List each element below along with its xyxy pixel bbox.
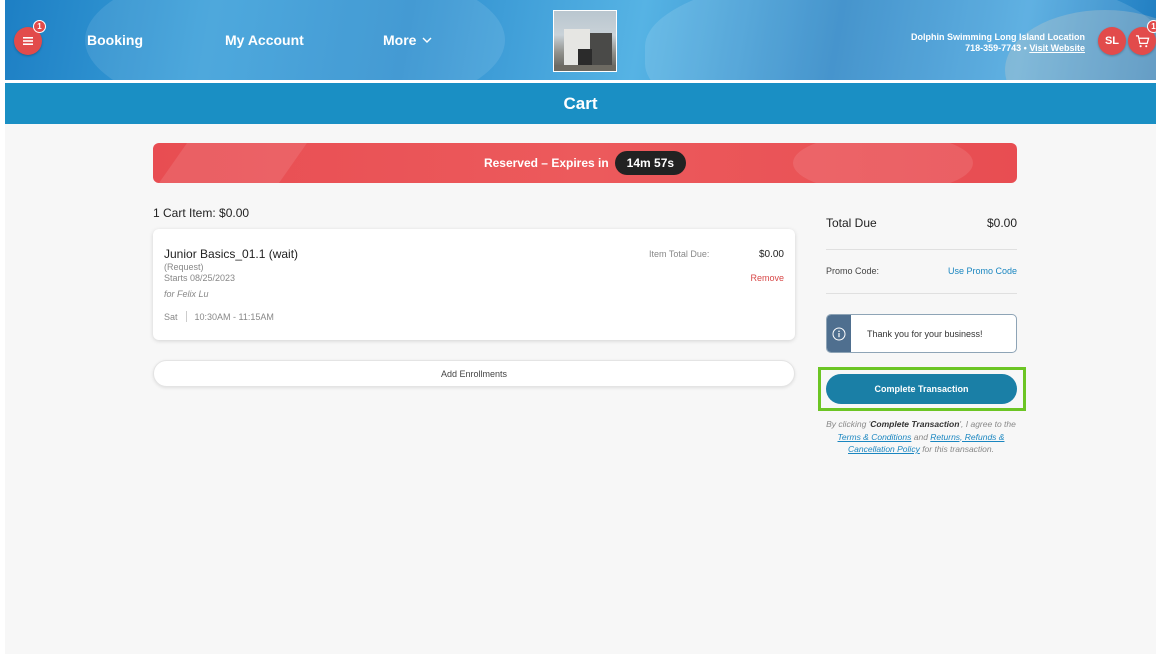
building-door-shape	[578, 49, 592, 65]
location-info: Dolphin Swimming Long Island Location 71…	[911, 32, 1085, 54]
location-separator: •	[1023, 43, 1027, 53]
complete-transaction-button[interactable]: Complete Transaction	[826, 374, 1017, 404]
cart-item-card: Junior Basics_01.1 (wait) (Request) Star…	[153, 229, 795, 340]
location-logo-photo[interactable]	[553, 10, 617, 72]
agree-prefix: By clicking '	[826, 419, 871, 429]
building-shape	[590, 33, 612, 65]
agree-mid: ', I agree to the	[959, 419, 1016, 429]
total-due-value: $0.00	[986, 216, 1017, 230]
agree-and: and	[911, 431, 931, 442]
chevron-down-icon	[422, 37, 432, 43]
complete-transaction-highlight: Complete Transaction	[818, 367, 1026, 411]
cart-icon	[1135, 34, 1149, 47]
divider	[826, 249, 1017, 250]
info-message-box: Thank you for your business!	[826, 314, 1017, 353]
nav-more-dropdown[interactable]: More	[383, 32, 432, 48]
item-time: 10:30AM - 11:15AM	[194, 311, 274, 322]
cart-summary-heading: 1 Cart Item: $0.00	[153, 206, 250, 220]
item-type: (Request)	[164, 262, 204, 272]
user-avatar-button[interactable]: SL	[1098, 27, 1126, 55]
menu-button[interactable]: 1	[14, 20, 46, 55]
item-total-label: Item Total Due:	[649, 249, 710, 259]
total-due-label: Total Due	[826, 216, 877, 230]
item-total-value: $0.00	[758, 249, 784, 260]
add-enrollments-button[interactable]: Add Enrollments	[153, 360, 795, 387]
road-shape	[554, 65, 616, 71]
nav-booking[interactable]: Booking	[87, 32, 143, 48]
reservation-banner: Reserved – Expires in 14m 57s	[153, 143, 1017, 183]
cart-count-badge: 1	[1147, 20, 1156, 33]
schedule-separator	[185, 311, 187, 322]
complete-transaction-label: Complete Transaction	[874, 384, 969, 394]
cart-button[interactable]: 1	[1128, 20, 1156, 55]
menu-notification-badge: 1	[33, 20, 46, 33]
promo-code-label: Promo Code:	[826, 266, 880, 276]
add-enrollments-label: Add Enrollments	[440, 368, 508, 379]
page-title-bar: Cart	[5, 83, 1156, 124]
info-icon-bar	[827, 315, 851, 352]
item-day: Sat	[164, 311, 178, 322]
location-name: Dolphin Swimming Long Island Location	[911, 32, 1085, 42]
info-icon	[832, 327, 846, 340]
item-participant: for Felix Lu	[164, 289, 209, 299]
info-message: Thank you for your business!	[867, 328, 983, 339]
banner-decoration	[793, 143, 973, 183]
nav-more-label: More	[383, 32, 417, 48]
page: 1 Booking My Account More Dolphin Swimmi…	[5, 0, 1156, 654]
page-title: Cart	[563, 93, 598, 113]
use-promo-code-link[interactable]: Use Promo Code	[948, 266, 1017, 276]
terms-conditions-link[interactable]: Terms & Conditions	[838, 432, 912, 442]
item-schedule: Sat 10:30AM - 11:15AM	[164, 311, 274, 322]
nav-my-account[interactable]: My Account	[225, 32, 304, 48]
reservation-label: Reserved – Expires in	[483, 156, 609, 170]
top-header: 1 Booking My Account More Dolphin Swimmi…	[5, 0, 1156, 80]
reservation-timer: 14m 57s	[614, 151, 687, 175]
visit-website-link[interactable]: Visit Website	[1029, 43, 1085, 53]
agreement-text: By clicking 'Complete Transaction', I ag…	[821, 418, 1021, 456]
agree-suffix: for this transaction.	[919, 444, 994, 454]
hamburger-icon	[23, 37, 33, 45]
item-name: Junior Basics_01.1 (wait)	[164, 247, 299, 261]
user-initials: SL	[1104, 35, 1120, 47]
divider	[826, 293, 1017, 294]
remove-item-link[interactable]: Remove	[750, 273, 784, 283]
agree-button-ref: Complete Transaction	[870, 419, 960, 429]
location-phone[interactable]: 718-359-7743	[965, 43, 1021, 53]
banner-decoration	[158, 143, 308, 183]
item-start-date: Starts 08/25/2023	[164, 273, 236, 283]
